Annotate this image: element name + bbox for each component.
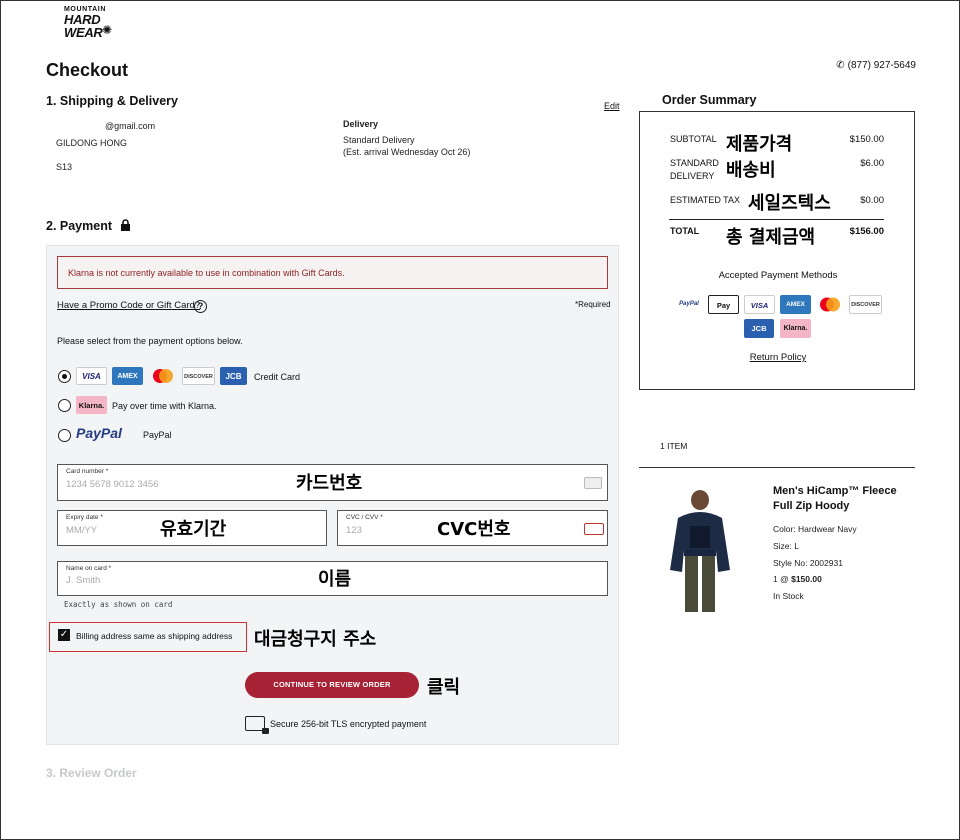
klarna-alert: Klarna is not currently available to use… xyxy=(57,256,608,289)
page-title: Checkout xyxy=(46,60,129,80)
shipping-name: GILDONG HONG xyxy=(56,138,128,148)
card-number-label: Card number * xyxy=(66,468,109,475)
help-icon[interactable]: ? xyxy=(194,300,207,313)
paypal-logo: PayPal xyxy=(76,425,122,441)
pm-discover: DISCOVER xyxy=(849,295,882,314)
summary-divider xyxy=(669,219,884,220)
pm-mastercard-icon xyxy=(817,295,843,314)
product-image[interactable] xyxy=(660,488,738,616)
review-order-title: 3. Review Order xyxy=(46,766,137,780)
items-divider xyxy=(639,467,915,468)
cvc-label: CVC / CVV * xyxy=(346,514,383,521)
visa-badge: VISA xyxy=(76,367,107,385)
annotation-card-number: 카드번호 xyxy=(296,473,363,494)
radio-klarna[interactable] xyxy=(58,399,71,412)
shipping-section-title: 1. Shipping & Delivery xyxy=(46,94,178,108)
amex-badge: AMEX xyxy=(112,367,143,385)
paypal-option-label[interactable]: PayPal xyxy=(143,430,172,440)
edit-shipping-link[interactable]: Edit xyxy=(604,101,620,111)
product-style: Style No: 2002931 xyxy=(773,558,843,568)
klarna-option-label[interactable]: Pay over time with Klarna. xyxy=(112,401,217,411)
pm-applepay-text: Pay xyxy=(716,301,731,310)
delivery-label: Delivery xyxy=(343,119,379,129)
annotation-tax: 세일즈텍스 xyxy=(748,193,831,214)
logo-mark-icon: ✺ xyxy=(102,23,113,37)
order-summary-title: Order Summary xyxy=(662,93,757,107)
klarna-badge: Klarna. xyxy=(76,396,107,414)
product-stock: In Stock xyxy=(773,591,804,601)
radio-credit-card[interactable] xyxy=(58,370,71,383)
pm-amex: AMEX xyxy=(780,295,811,314)
brand-logo[interactable]: MOUNTAIN HARD WEAR ✺ xyxy=(64,6,124,39)
required-note: *Required xyxy=(575,300,611,309)
pm-paypal: PayPal xyxy=(679,301,699,307)
annotation-cvc: CVC번호 xyxy=(437,519,511,540)
total-value: $156.00 xyxy=(849,226,884,237)
return-policy-link[interactable]: Return Policy xyxy=(640,352,916,363)
radio-paypal[interactable] xyxy=(58,429,71,442)
billing-same-checkbox[interactable]: ✓ xyxy=(58,629,70,641)
shipping-label-1: STANDARD xyxy=(670,158,719,168)
product-color: Color: Hardwear Navy xyxy=(773,524,857,534)
shipping-value: $6.00 xyxy=(860,158,884,169)
delivery-estimate: (Est. arrival Wednesday Oct 26) xyxy=(343,147,471,157)
expiry-placeholder: MM/YY xyxy=(66,525,98,536)
product-qty: 1 @ xyxy=(773,574,792,584)
card-generic-icon xyxy=(584,477,602,489)
annotation-expiry: 유효기간 xyxy=(160,519,227,540)
continue-to-review-button[interactable]: CONTINUE TO REVIEW ORDER xyxy=(245,672,419,698)
tax-value: $0.00 xyxy=(860,195,884,206)
subtotal-label: SUBTOTAL xyxy=(670,134,717,144)
payment-title-text: 2. Payment xyxy=(46,219,113,233)
pm-visa: VISA xyxy=(744,295,775,314)
shipping-label-2: DELIVERY xyxy=(670,171,715,181)
name-on-card-label: Name on card * xyxy=(66,565,112,572)
product-price: $150.00 xyxy=(791,574,822,584)
product-name[interactable]: Men's HiCamp™ Fleece Full Zip Hoody xyxy=(773,484,913,514)
phone-icon: ✆ xyxy=(836,60,845,71)
annotation-billing: 대금청구지 주소 xyxy=(254,629,377,650)
name-on-card-placeholder: J. Smith xyxy=(66,575,101,586)
annotation-name: 이름 xyxy=(318,569,352,590)
name-hint: Exactly as shown on card xyxy=(64,600,173,609)
card-number-placeholder: 1234 5678 9012 3456 xyxy=(66,479,159,490)
expiry-label: Expiry date * xyxy=(66,514,103,521)
credit-card-option-label[interactable]: Credit Card xyxy=(254,372,300,382)
payment-instructions: Please select from the payment options b… xyxy=(57,336,243,346)
brand-line3: WEAR xyxy=(64,25,103,40)
phone-link[interactable]: ✆ (877) 927-5649 xyxy=(836,60,916,71)
discover-badge: DISCOVER xyxy=(182,367,215,385)
annotation-subtotal: 제품가격 xyxy=(726,134,793,155)
shipping-email: @gmail.com xyxy=(105,121,156,131)
annotation-total: 총 결제금액 xyxy=(726,227,816,248)
cvc-placeholder: 123 xyxy=(346,525,362,536)
promo-code-link[interactable]: Have a Promo Code or Gift Card? xyxy=(57,300,200,311)
item-count: 1 ITEM xyxy=(660,441,688,451)
pm-klarna: Klarna. xyxy=(780,319,811,338)
product-qty-price: 1 @ $150.00 xyxy=(773,574,822,584)
tax-label: ESTIMATED TAX xyxy=(670,195,741,205)
accepted-payment-title: Accepted Payment Methods xyxy=(718,270,838,281)
billing-same-label[interactable]: Billing address same as shipping address xyxy=(76,631,232,641)
payment-section-title: 2. Payment xyxy=(46,219,131,233)
jcb-badge: JCB xyxy=(220,367,247,385)
annotation-click: 클릭 xyxy=(427,677,461,698)
total-label: TOTAL xyxy=(670,226,700,236)
product-size: Size: L xyxy=(773,541,799,551)
secure-card-icon xyxy=(245,716,269,734)
secure-payment-text: Secure 256-bit TLS encrypted payment xyxy=(270,719,427,729)
annotation-shipping: 배송비 xyxy=(726,160,776,181)
phone-number: (877) 927-5649 xyxy=(847,60,916,71)
lock-icon xyxy=(120,219,130,231)
pm-applepay: Pay xyxy=(708,295,739,314)
mastercard-icon xyxy=(150,367,176,385)
delivery-method: Standard Delivery xyxy=(343,135,415,145)
cvc-card-icon xyxy=(584,523,604,535)
pm-jcb: JCB xyxy=(744,319,774,338)
shipping-address: S13 xyxy=(56,162,73,172)
subtotal-value: $150.00 xyxy=(849,134,884,145)
